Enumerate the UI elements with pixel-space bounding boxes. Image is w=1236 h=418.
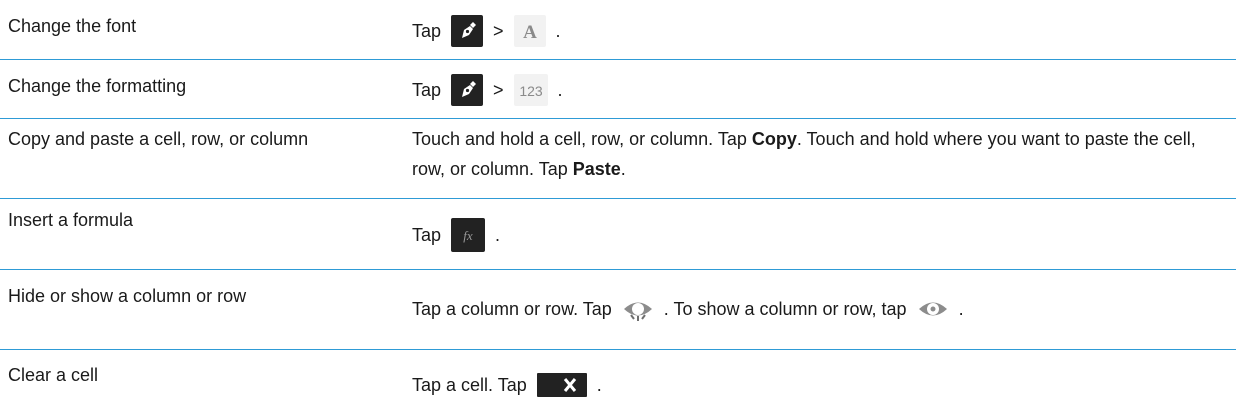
table-row: Insert a formula Tap fx . xyxy=(0,199,1236,270)
period: . xyxy=(958,299,964,319)
svg-text:fx: fx xyxy=(463,228,473,243)
table-row: Hide or show a column or row Tap a colum… xyxy=(0,270,1236,350)
period: . xyxy=(557,80,563,100)
table-row: Copy and paste a cell, row, or column To… xyxy=(0,119,1236,199)
svg-text:123: 123 xyxy=(519,83,543,99)
table-row: Clear a cell Tap a cell. Tap . xyxy=(0,350,1236,418)
task-label: Change the font xyxy=(8,16,137,36)
instruction: Tap > A . xyxy=(412,15,1226,47)
separator: > xyxy=(493,80,504,100)
table-row: Change the formatting Tap > 123 . xyxy=(0,60,1236,119)
pen-edit-icon xyxy=(451,15,484,47)
clear-x-icon xyxy=(536,373,587,397)
table-row: Change the font Tap > A . xyxy=(0,0,1236,60)
task-label: Insert a formula xyxy=(8,210,134,230)
instruction: Tap fx . xyxy=(412,218,1226,252)
tap-text: Tap xyxy=(412,80,442,100)
task-label: Copy and paste a cell, row, or column xyxy=(8,129,309,149)
tap-text: Tap xyxy=(412,21,442,41)
svg-text:A: A xyxy=(523,22,537,43)
task-label: Clear a cell xyxy=(8,365,99,385)
period: . xyxy=(555,21,561,41)
font-letter-icon: A xyxy=(513,15,546,47)
pen-edit-icon xyxy=(451,74,484,106)
hide-column-icon xyxy=(622,293,654,325)
instruction: Tap > 123 . xyxy=(412,74,1226,106)
task-label: Change the formatting xyxy=(8,76,187,96)
period: . xyxy=(596,375,602,395)
instruction: Touch and hold a cell, row, or column. T… xyxy=(412,129,1196,179)
instruction: Tap a cell. Tap . xyxy=(412,370,1226,400)
copy-label: Copy xyxy=(751,129,797,149)
task-label: Hide or show a column or row xyxy=(8,286,247,306)
number-format-icon: 123 xyxy=(513,74,548,106)
separator: > xyxy=(493,21,504,41)
paste-label: Paste xyxy=(572,159,621,179)
formula-fx-icon: fx xyxy=(451,218,486,252)
show-column-icon xyxy=(917,293,949,325)
instruction: Tap a column or row. Tap . To show a col… xyxy=(412,293,1226,325)
tap-text: Tap xyxy=(412,225,442,245)
period: . xyxy=(495,225,501,245)
